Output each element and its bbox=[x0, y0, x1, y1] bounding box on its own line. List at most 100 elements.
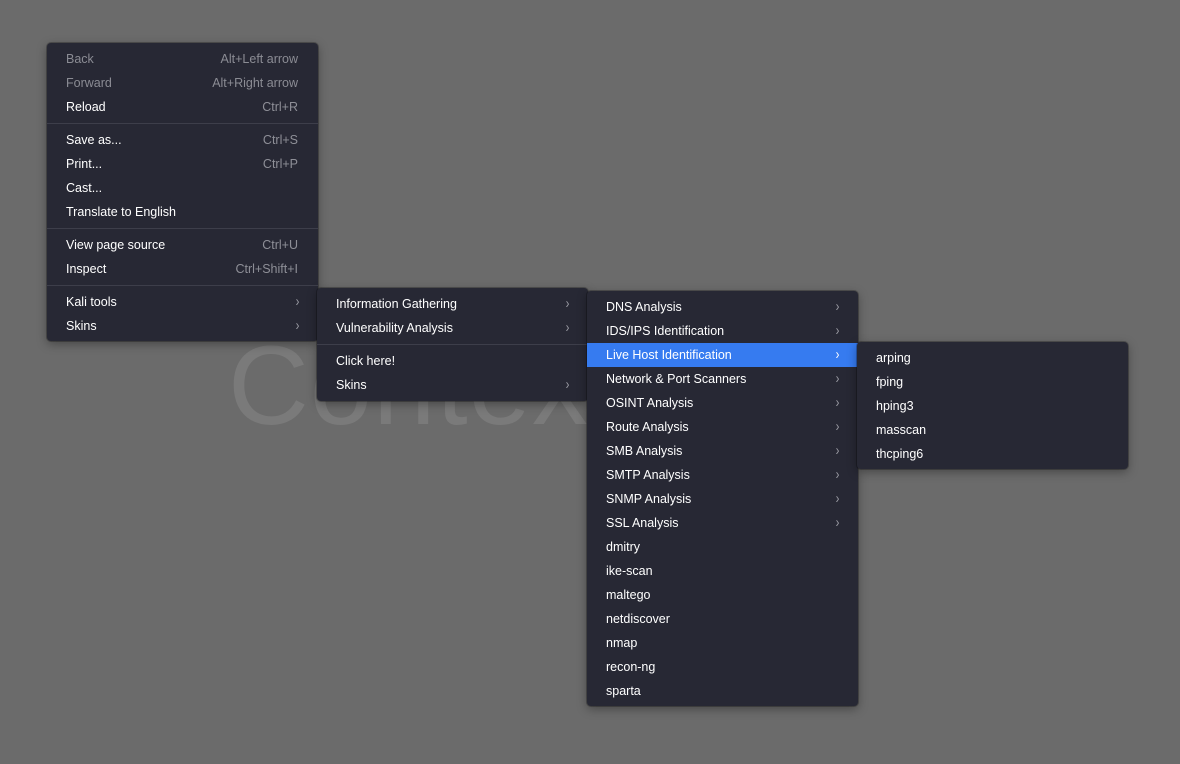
live-menu-item-masscan[interactable]: masscan bbox=[857, 418, 1128, 442]
info-menu-item-netdiscover[interactable]: netdiscover bbox=[587, 607, 858, 631]
save-as-menu-item[interactable]: Save as... Ctrl+S bbox=[47, 128, 318, 152]
info-menu-item-dns-analysis[interactable]: DNS Analysis › bbox=[587, 295, 858, 319]
inspect-menu-item[interactable]: Inspect Ctrl+Shift+I bbox=[47, 257, 318, 281]
info-menu-item-label: recon-ng bbox=[606, 660, 656, 674]
kali-skins-menu-item[interactable]: Skins › bbox=[317, 373, 588, 397]
print-shortcut: Ctrl+P bbox=[262, 157, 298, 171]
info-menu-item-sparta[interactable]: sparta bbox=[587, 679, 858, 703]
chevron-right-icon: › bbox=[835, 394, 840, 411]
print-menu-item[interactable]: Print... Ctrl+P bbox=[47, 152, 318, 176]
view-source-menu-item[interactable]: View page source Ctrl+U bbox=[47, 233, 318, 257]
translate-label: Translate to English bbox=[66, 205, 177, 219]
translate-menu-item[interactable]: Translate to English bbox=[47, 200, 318, 224]
info-menu-item-label: sparta bbox=[606, 684, 641, 698]
live-menu-item-thcping6[interactable]: thcping6 bbox=[857, 442, 1128, 466]
info-menu-item-smtp-analysis[interactable]: SMTP Analysis › bbox=[587, 463, 858, 487]
reload-shortcut: Ctrl+R bbox=[262, 100, 298, 114]
chevron-right-icon: › bbox=[835, 514, 840, 531]
chevron-right-icon: › bbox=[835, 298, 840, 315]
info-menu-item-smb-analysis[interactable]: SMB Analysis › bbox=[587, 439, 858, 463]
info-menu-item-snmp-analysis[interactable]: SNMP Analysis › bbox=[587, 487, 858, 511]
back-shortcut: Alt+Left arrow bbox=[220, 52, 298, 66]
info-menu-item-label: SSL Analysis bbox=[606, 516, 679, 530]
live-menu-item-hping3[interactable]: hping3 bbox=[857, 394, 1128, 418]
print-label: Print... bbox=[66, 157, 103, 171]
cast-label: Cast... bbox=[66, 181, 103, 195]
skins-menu-item[interactable]: Skins › bbox=[47, 314, 318, 338]
forward-shortcut: Alt+Right arrow bbox=[212, 76, 298, 90]
info-menu-item-label: Network & Port Scanners bbox=[606, 372, 747, 386]
menu-separator bbox=[47, 228, 318, 229]
info-menu-item-nmap[interactable]: nmap bbox=[587, 631, 858, 655]
info-menu-item-osint-analysis[interactable]: OSINT Analysis › bbox=[587, 391, 858, 415]
info-menu-item-label: IDS/IPS Identification bbox=[606, 324, 725, 338]
back-menu-item[interactable]: Back Alt+Left arrow bbox=[47, 47, 318, 71]
info-menu-item-recon-ng[interactable]: recon-ng bbox=[587, 655, 858, 679]
kali-tools-submenu: Information Gathering › Vulnerability An… bbox=[317, 288, 588, 401]
save-as-shortcut: Ctrl+S bbox=[262, 133, 298, 147]
chevron-right-icon: › bbox=[835, 466, 840, 483]
live-menu-item-label: hping3 bbox=[876, 399, 914, 413]
info-menu-item-label: dmitry bbox=[606, 540, 641, 554]
kali-tools-label: Kali tools bbox=[66, 295, 117, 309]
info-menu-item-live-host-identification[interactable]: Live Host Identification › bbox=[587, 343, 858, 367]
live-menu-item-label: arping bbox=[876, 351, 911, 365]
information-gathering-label: Information Gathering bbox=[336, 297, 457, 311]
forward-label: Forward bbox=[66, 76, 112, 90]
information-gathering-submenu: DNS Analysis › IDS/IPS Identification › … bbox=[587, 291, 858, 706]
chevron-right-icon: › bbox=[835, 442, 840, 459]
inspect-shortcut: Ctrl+Shift+I bbox=[235, 262, 298, 276]
inspect-label: Inspect bbox=[66, 262, 107, 276]
chevron-right-icon: › bbox=[835, 346, 840, 363]
info-menu-item-label: SMTP Analysis bbox=[606, 468, 690, 482]
info-menu-item-label: nmap bbox=[606, 636, 638, 650]
info-menu-item-network-port-scanners[interactable]: Network & Port Scanners › bbox=[587, 367, 858, 391]
info-menu-item-dmitry[interactable]: dmitry bbox=[587, 535, 858, 559]
info-menu-item-label: DNS Analysis bbox=[606, 300, 682, 314]
chevron-right-icon: › bbox=[835, 490, 840, 507]
menu-separator bbox=[47, 123, 318, 124]
info-menu-item-label: OSINT Analysis bbox=[606, 396, 694, 410]
information-gathering-menu-item[interactable]: Information Gathering › bbox=[317, 292, 588, 316]
forward-menu-item[interactable]: Forward Alt+Right arrow bbox=[47, 71, 318, 95]
vulnerability-analysis-label: Vulnerability Analysis bbox=[336, 321, 453, 335]
live-menu-item-label: thcping6 bbox=[876, 447, 924, 461]
chevron-right-icon: › bbox=[835, 418, 840, 435]
reload-label: Reload bbox=[66, 100, 106, 114]
info-menu-item-label: maltego bbox=[606, 588, 651, 602]
live-menu-item-arping[interactable]: arping bbox=[857, 346, 1128, 370]
view-source-label: View page source bbox=[66, 238, 166, 252]
reload-menu-item[interactable]: Reload Ctrl+R bbox=[47, 95, 318, 119]
info-menu-item-label: ike-scan bbox=[606, 564, 653, 578]
info-menu-item-label: netdiscover bbox=[606, 612, 670, 626]
cast-menu-item[interactable]: Cast... bbox=[47, 176, 318, 200]
vulnerability-analysis-menu-item[interactable]: Vulnerability Analysis › bbox=[317, 316, 588, 340]
back-label: Back bbox=[66, 52, 94, 66]
chevron-right-icon: › bbox=[565, 319, 570, 336]
click-here-label: Click here! bbox=[336, 354, 396, 368]
info-menu-item-label: SNMP Analysis bbox=[606, 492, 692, 506]
info-menu-item-label: Route Analysis bbox=[606, 420, 689, 434]
chevron-right-icon: › bbox=[835, 322, 840, 339]
menu-separator bbox=[47, 285, 318, 286]
chevron-right-icon: › bbox=[835, 370, 840, 387]
live-menu-item-fping[interactable]: fping bbox=[857, 370, 1128, 394]
save-as-label: Save as... bbox=[66, 133, 122, 147]
view-source-shortcut: Ctrl+U bbox=[262, 238, 298, 252]
info-menu-item-label: SMB Analysis bbox=[606, 444, 683, 458]
skins-label: Skins bbox=[66, 319, 97, 333]
chevron-right-icon: › bbox=[295, 293, 300, 310]
info-menu-item-ike-scan[interactable]: ike-scan bbox=[587, 559, 858, 583]
info-menu-item-ids-ips-identification[interactable]: IDS/IPS Identification › bbox=[587, 319, 858, 343]
kali-tools-menu-item[interactable]: Kali tools › bbox=[47, 290, 318, 314]
info-menu-item-maltego[interactable]: maltego bbox=[587, 583, 858, 607]
info-menu-item-ssl-analysis[interactable]: SSL Analysis › bbox=[587, 511, 858, 535]
chevron-right-icon: › bbox=[565, 295, 570, 312]
info-menu-item-route-analysis[interactable]: Route Analysis › bbox=[587, 415, 858, 439]
context-menu: Back Alt+Left arrow Forward Alt+Right ar… bbox=[47, 43, 318, 341]
chevron-right-icon: › bbox=[295, 317, 300, 334]
chevron-right-icon: › bbox=[565, 376, 570, 393]
click-here-menu-item[interactable]: Click here! bbox=[317, 349, 588, 373]
kali-skins-label: Skins bbox=[336, 378, 367, 392]
live-menu-item-label: masscan bbox=[876, 423, 927, 437]
